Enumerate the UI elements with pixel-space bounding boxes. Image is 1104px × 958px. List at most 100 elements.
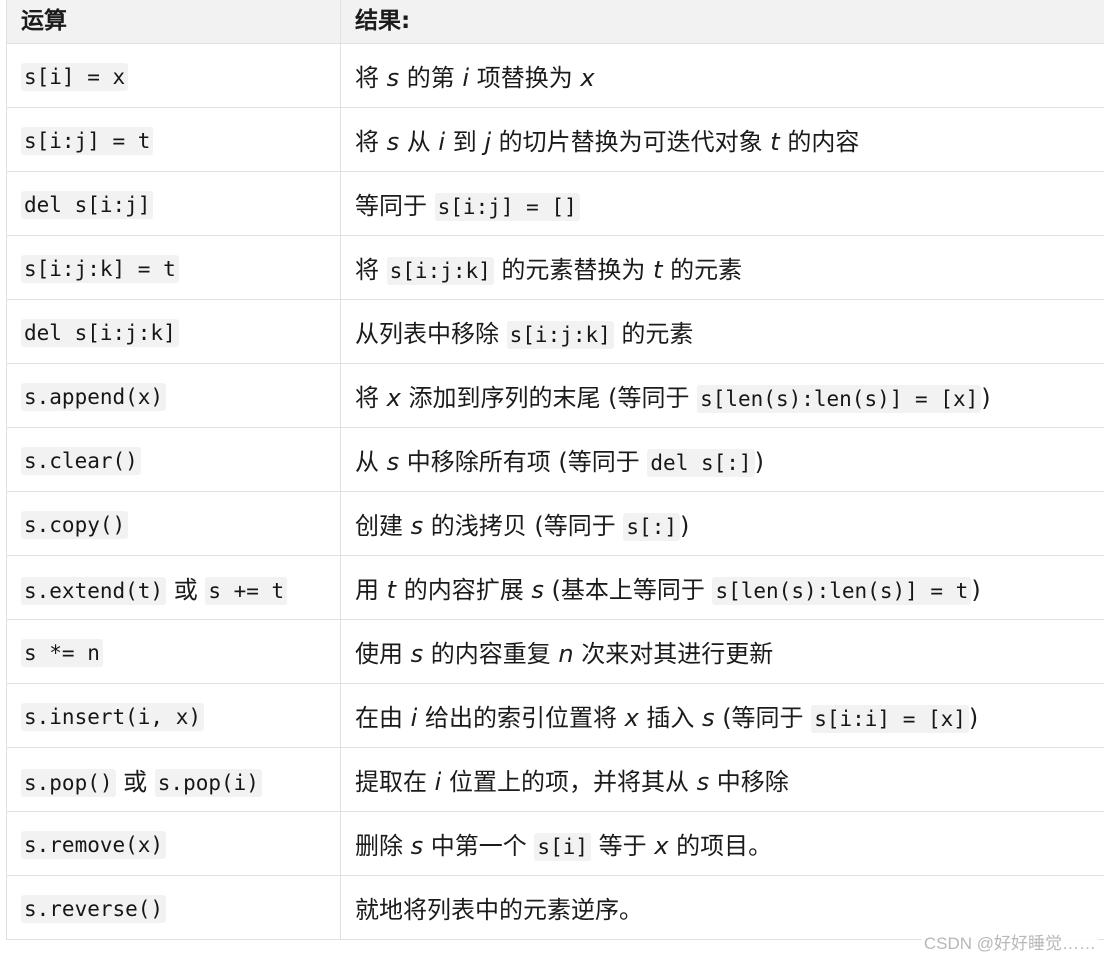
text-segment: 次来对其进行更新 [573,640,774,668]
operation-cell: s[i] = x [6,43,341,108]
text-segment: 给出的索引位置将 [417,704,625,732]
inline-code: s.insert(i, x) [21,702,205,731]
operation-cell: s.reverse() [6,875,341,940]
italic-term: s [386,448,400,476]
text-segment: 将 [355,256,387,284]
inline-code: s.extend(t) [21,577,167,605]
italic-term: x [580,64,595,92]
result-cell: 将 s 从 i 到 j 的切片替换为可迭代对象 t 的内容 [340,107,1104,172]
result-cell: 用 t 的内容扩展 s (基本上等同于 s[len(s):len(s)] = t… [340,555,1104,620]
operation-cell: s *= n [6,619,341,684]
inline-code: s.append(x) [21,382,167,411]
text-segment: 的内容扩展 [396,576,532,604]
table-row: s *= n 使用 s 的内容重复 n 次来对其进行更新 [6,619,1104,684]
inline-code: s[i:i] = [x] [811,705,969,733]
result-cell: 创建 s 的浅拷贝 (等同于 s[:]) [340,491,1104,556]
text-segment: 或 [166,576,206,604]
inline-code: s[i:j] = t [21,126,154,155]
header-result: 结果: [340,0,1104,44]
operation-cell: s.clear() [6,427,341,492]
table-header-row: 运算 结果: [6,0,1104,44]
text-segment: 的元素 [613,320,694,348]
table-row: s.copy() 创建 s 的浅拷贝 (等同于 s[:]) [6,491,1104,556]
table-row: s[i:j] = t 将 s 从 i 到 j 的切片替换为可迭代对象 t 的内容 [6,107,1104,172]
table-row: s[i:j:k] = t 将 s[i:j:k] 的元素替换为 t 的元素 [6,235,1104,300]
text-segment: 就地将列表中的元素逆序。 [355,896,643,924]
operation-cell: del s[i:j] [6,171,341,236]
result-cell: 将 s[i:j:k] 的元素替换为 t 的元素 [340,235,1104,300]
text-segment: 创建 [355,512,411,540]
inline-code: s.reverse() [21,894,167,923]
italic-term: s [410,640,424,668]
result-cell: 在由 i 给出的索引位置将 x 插入 s (等同于 s[i:i] = [x]) [340,683,1104,748]
table-row: s[i] = x 将 s 的第 i 项替换为 x [6,43,1104,108]
text-segment: 到 [445,128,485,156]
text-segment: 等于 [591,832,655,860]
watermark: CSDN @好好睡觉…… [921,929,1098,954]
operations-table: 运算 结果: s[i] = x将 s 的第 i 项替换为 x s[i:j] = t… [6,0,1104,940]
text-segment: 提取在 [355,768,435,796]
inline-code: s[len(s):len(s)] = [x] [697,385,982,413]
italic-term: x [386,384,401,412]
table-row: del s[i:j:k] 从列表中移除 s[i:j:k] 的元素 [6,299,1104,364]
italic-term: s [410,512,424,540]
result-cell: 等同于 s[i:j] = [] [340,171,1104,236]
inline-code: s.pop() [21,769,116,797]
text-segment: 在由 [355,704,411,732]
inline-code: del s[i:j:k] [21,318,179,347]
table-row: s.remove(x) 删除 s 中第一个 s[i] 等于 x 的项目。 [6,811,1104,876]
table-row: del s[i:j] 等同于 s[i:j] = [] [6,171,1104,236]
text-segment: 的切片替换为可迭代对象 [491,128,771,156]
text-segment: 的元素替换为 [493,256,654,284]
text-segment: 从列表中移除 [355,320,507,348]
text-segment: ) [981,384,991,412]
header-operation: 运算 [6,0,341,44]
inline-code: s[:] [623,513,680,541]
operation-cell: s[i:j:k] = t [6,235,341,300]
inline-code: del s[:] [647,449,755,477]
italic-term: s [696,768,710,796]
operation-cell: s.extend(t) 或 s += t [6,555,341,620]
operation-cell: s.insert(i, x) [6,683,341,748]
italic-term: n [558,640,574,668]
inline-code: s += t [205,577,288,605]
text-segment: 的元素 [662,256,743,284]
inline-code: s[len(s):len(s)] = t [712,577,972,605]
text-segment: 将 [355,384,387,412]
operation-cell: del s[i:j:k] [6,299,341,364]
result-cell: 删除 s 中第一个 s[i] 等于 x 的项目。 [340,811,1104,876]
result-cell: 从 s 中移除所有项 (等同于 del s[:]) [340,427,1104,492]
italic-term: t [386,576,397,604]
result-cell: 从列表中移除 s[i:j:k] 的元素 [340,299,1104,364]
text-segment: 的第 [399,64,463,92]
text-segment: 添加到序列的末尾 (等同于 [400,384,698,412]
text-segment: (等同于 [714,704,812,732]
text-segment: 从 [355,448,387,476]
text-segment: 用 [355,576,387,604]
text-segment: 使用 [355,640,411,668]
text-segment: 的内容 [779,128,860,156]
italic-term: s [386,128,400,156]
text-segment: ) [971,576,981,604]
italic-term: x [624,704,639,732]
table-row: s.insert(i, x) 在由 i 给出的索引位置将 x 插入 s (等同于 … [6,683,1104,748]
result-cell: 提取在 i 位置上的项，并将其从 s 中移除 [340,747,1104,812]
operation-cell: s.copy() [6,491,341,556]
table-body: s[i] = x 将 s 的第 i 项替换为 x s[i:j] = t 将 s 从 i… [6,43,1104,940]
inline-code: s.clear() [21,446,141,475]
text-segment: 中第一个 [423,832,535,860]
text-segment: 的浅拷贝 (等同于 [423,512,624,540]
operation-cell: s.remove(x) [6,811,341,876]
operation-cell: s.append(x) [6,363,341,428]
text-segment: 等同于 [355,192,435,220]
inline-code: s *= n [21,638,103,667]
text-segment: 将 [355,128,387,156]
text-segment: 从 [399,128,439,156]
table-row: s.clear() 从 s 中移除所有项 (等同于 del s[:]) [6,427,1104,492]
operation-cell: s.pop() 或 s.pop(i) [6,747,341,812]
inline-code: s[i:j:k] = t [21,254,179,283]
inline-code: s.pop(i) [154,769,262,797]
result-cell: 将 x 添加到序列的末尾 (等同于 s[len(s):len(s)] = [x]… [340,363,1104,428]
text-segment: (基本上等同于 [543,576,713,604]
operation-cell: s[i:j] = t [6,107,341,172]
